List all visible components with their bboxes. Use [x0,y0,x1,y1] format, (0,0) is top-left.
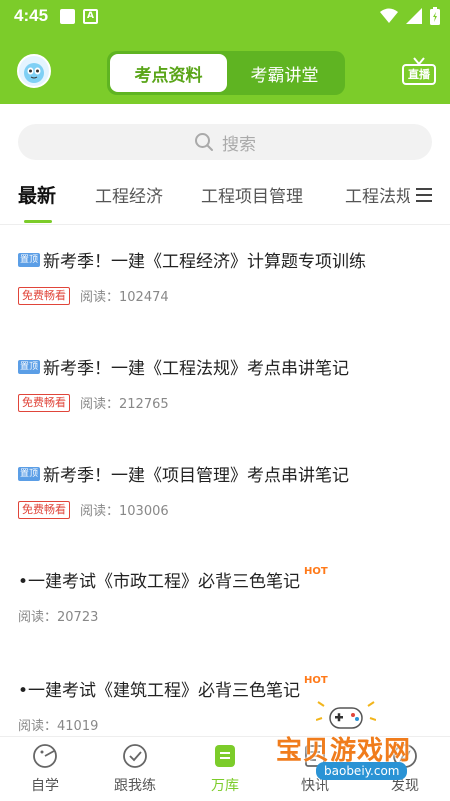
nav-practice[interactable]: 跟我练 [95,743,175,795]
nav-label: 万库 [211,778,239,794]
pinned-badge: 置顶 [18,359,41,374]
tab-engineering-law[interactable]: 工程法规 [345,182,410,207]
status-bar: 4:45 A [0,0,450,32]
watermark-url: baobeiy.com [316,762,408,780]
menu-icon[interactable] [414,185,434,205]
signal-icon [406,8,422,24]
item-title: 新考季！一建《工程法规》考点串讲笔记 [43,359,350,379]
search-icon [195,133,213,151]
content-switcher: 考点资料 考霸讲堂 [107,51,345,95]
active-tab-indicator [24,220,52,223]
item-title: •一建考试《建筑工程》必背三色笔记 [18,681,301,701]
free-badge: 免费畅看 [18,393,70,412]
gamepad-logo-icon [316,701,376,729]
article-list: 置顶 新考季！一建《工程经济》计算题专项训练 免费畅看 阅读：102474 置顶… [0,225,450,736]
pinned-badge: 置顶 [18,466,41,481]
hot-badge: HOT [304,675,328,686]
nav-library[interactable]: 万库 [185,743,265,795]
read-count: 阅读：20723 [18,610,99,625]
wifi-icon [380,8,398,23]
live-button[interactable]: 直播 [402,57,436,86]
search-placeholder: 搜索 [222,134,256,155]
battery-icon [430,7,440,25]
watermark: 宝贝游戏网 baobeiy.com [276,700,436,790]
tab-engineering-economics[interactable]: 工程经济 [95,182,163,207]
category-tabs: 最新 工程经济 工程项目管理 工程法规 [0,172,450,223]
tab-latest[interactable]: 最新 [18,181,56,208]
library-icon [215,745,235,767]
free-badge: 免费畅看 [18,500,70,519]
status-time: 4:45 [14,6,49,25]
item-title: 新考季！一建《项目管理》考点串讲笔记 [43,466,350,486]
live-label: 直播 [402,64,436,85]
app-header: 考点资料 考霸讲堂 直播 [0,32,450,104]
tab-project-management[interactable]: 工程项目管理 [201,182,303,207]
tab-master-lectures[interactable]: 考霸讲堂 [227,54,342,92]
list-item[interactable]: 置顶 新考季！一建《工程经济》计算题专项训练 免费畅看 阅读：102474 [18,247,438,305]
check-circle-icon [123,744,147,768]
avatar[interactable] [17,54,51,88]
nav-label: 跟我练 [114,778,156,794]
pinned-badge: 置顶 [18,252,41,267]
list-item[interactable]: 置顶 新考季！一建《项目管理》考点串讲笔记 免费畅看 阅读：103006 [18,461,438,519]
read-count: 阅读：103006 [80,504,169,519]
read-count: 阅读：102474 [80,290,169,305]
item-title: •一建考试《市政工程》必背三色笔记 [18,572,301,592]
nav-self-study[interactable]: 自学 [5,743,85,795]
nav-label: 自学 [31,778,59,794]
read-count: 阅读：212765 [80,397,169,412]
hot-badge: HOT [304,566,328,577]
list-item[interactable]: 置顶 新考季！一建《工程法规》考点串讲笔记 免费畅看 阅读：212765 [18,354,438,412]
read-count: 阅读：41019 [18,719,99,734]
free-badge: 免费畅看 [18,286,70,305]
list-item[interactable]: •一建考试《市政工程》必背三色笔记 HOT 阅读：20723 [18,566,438,625]
item-title: 新考季！一建《工程经济》计算题专项训练 [43,252,367,272]
notification-icon [60,8,76,24]
tab-overflow: 工程法规 [345,172,410,222]
tab-exam-materials[interactable]: 考点资料 [110,54,227,92]
mascot-icon [24,63,44,83]
app-notification-icon: A [83,8,99,24]
search-input[interactable]: 搜索 [18,124,432,160]
self-study-icon [33,744,57,768]
